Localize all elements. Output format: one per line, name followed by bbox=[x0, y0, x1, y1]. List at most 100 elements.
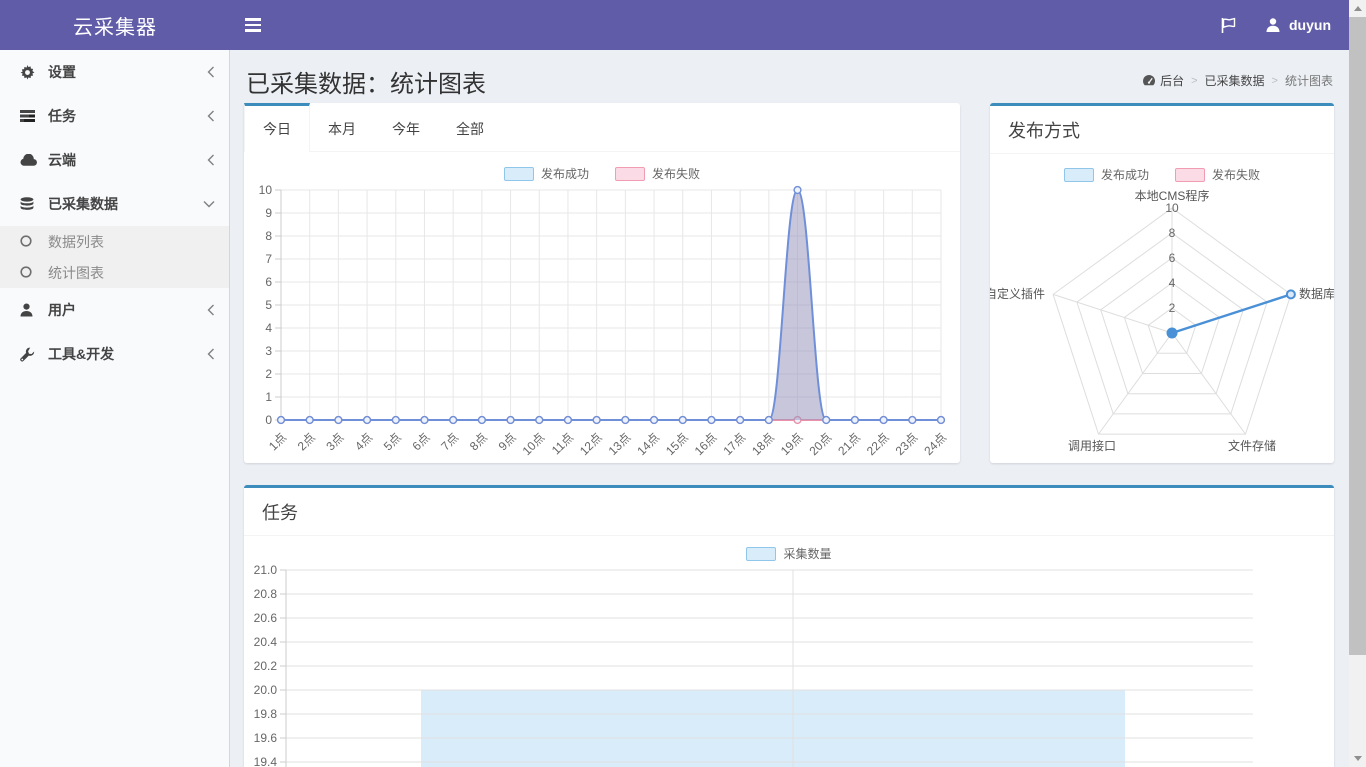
scrollbar-thumb[interactable] bbox=[1349, 17, 1366, 655]
legend-item-collect-count[interactable]: 采集数量 bbox=[746, 545, 831, 562]
sidebar-item-tools-dev[interactable]: 工具&开发 bbox=[0, 332, 229, 376]
svg-text:20.0: 20.0 bbox=[254, 683, 278, 697]
legend-item-success[interactable]: 发布成功 bbox=[504, 165, 589, 182]
scrollbar-down-arrow[interactable] bbox=[1349, 750, 1366, 767]
tab-all[interactable]: 全部 bbox=[438, 103, 502, 151]
legend-swatch-success bbox=[504, 167, 534, 181]
svg-text:6: 6 bbox=[1169, 251, 1176, 265]
chevron-left-icon bbox=[207, 110, 215, 122]
svg-text:23点: 23点 bbox=[893, 430, 921, 458]
gear-icon bbox=[20, 65, 35, 80]
tab-this-year[interactable]: 今年 bbox=[374, 103, 438, 151]
legend-item-fail[interactable]: 发布失败 bbox=[1175, 166, 1260, 183]
time-range-tabs: 今日 本月 今年 全部 bbox=[244, 103, 960, 152]
svg-text:4: 4 bbox=[265, 321, 272, 335]
scrollbar-up-arrow[interactable] bbox=[1349, 0, 1366, 17]
breadcrumb-current: 统计图表 bbox=[1285, 72, 1333, 89]
page-scrollbar bbox=[1349, 0, 1366, 767]
svg-text:21点: 21点 bbox=[835, 430, 863, 458]
user-name: duyun bbox=[1289, 17, 1331, 33]
hamburger-icon bbox=[245, 18, 261, 21]
svg-text:2: 2 bbox=[1169, 301, 1176, 315]
breadcrumb: 后台 > 已采集数据 > 统计图表 bbox=[1142, 72, 1333, 89]
svg-text:24点: 24点 bbox=[921, 430, 949, 458]
tasks-bar-chart: 21.020.820.620.420.220.019.819.619.4 bbox=[244, 563, 1334, 767]
sidebar-item-label: 设置 bbox=[42, 62, 207, 82]
legend-item-fail[interactable]: 发布失败 bbox=[615, 165, 700, 182]
svg-text:7点: 7点 bbox=[438, 430, 461, 453]
chevron-down-icon bbox=[203, 200, 215, 208]
svg-text:21.0: 21.0 bbox=[254, 563, 278, 577]
notifications-flag-button[interactable] bbox=[1206, 0, 1251, 50]
sidebar-item-collected-data[interactable]: 已采集数据 bbox=[0, 182, 229, 226]
legend-swatch-success bbox=[1064, 168, 1094, 182]
content-header: 已采集数据：统计图表 后台 > 已采集数据 > 统计图表 bbox=[230, 50, 1349, 103]
legend-item-success[interactable]: 发布成功 bbox=[1064, 166, 1149, 183]
svg-text:7: 7 bbox=[265, 252, 272, 266]
publish-method-panel: 发布方式 发布成功 发布失败 246810本地CMS程序数据库文件存储调用接口自… bbox=[990, 103, 1334, 463]
svg-text:9: 9 bbox=[265, 206, 272, 220]
chevron-left-icon bbox=[207, 304, 215, 316]
svg-text:1: 1 bbox=[265, 390, 272, 404]
svg-text:12点: 12点 bbox=[577, 430, 605, 458]
sidebar-item-label: 工具&开发 bbox=[42, 344, 207, 364]
sidebar-item-label: 云端 bbox=[42, 150, 207, 170]
radar-chart-legend: 发布成功 发布失败 bbox=[990, 166, 1334, 183]
triangle-up-icon bbox=[1354, 6, 1362, 11]
legend-label: 发布成功 bbox=[541, 165, 589, 182]
svg-text:10: 10 bbox=[1165, 201, 1179, 215]
sidebar-item-cloud[interactable]: 云端 bbox=[0, 138, 229, 182]
sidebar-subitem-data-list[interactable]: 数据列表 bbox=[0, 226, 229, 257]
svg-text:19.4: 19.4 bbox=[254, 755, 278, 767]
hamburger-icon bbox=[245, 24, 261, 27]
svg-text:调用接口: 调用接口 bbox=[1068, 438, 1116, 453]
sidebar-item-label: 已采集数据 bbox=[42, 194, 203, 214]
svg-text:1点: 1点 bbox=[266, 430, 289, 453]
user-icon bbox=[20, 303, 33, 317]
svg-text:3点: 3点 bbox=[323, 430, 346, 453]
sidebar-toggle-button[interactable] bbox=[230, 0, 276, 50]
radar-panel-title: 发布方式 bbox=[1008, 121, 1080, 141]
sidebar-item-tasks[interactable]: 任务 bbox=[0, 94, 229, 138]
svg-text:20点: 20点 bbox=[807, 430, 835, 458]
legend-swatch-fail bbox=[615, 167, 645, 181]
legend-label: 发布失败 bbox=[652, 165, 700, 182]
tab-this-month[interactable]: 本月 bbox=[310, 103, 374, 151]
legend-label: 发布成功 bbox=[1101, 166, 1149, 183]
svg-text:20.6: 20.6 bbox=[254, 611, 278, 625]
svg-text:4: 4 bbox=[1169, 276, 1176, 290]
svg-text:自定义插件: 自定义插件 bbox=[990, 286, 1045, 301]
svg-text:17点: 17点 bbox=[720, 430, 748, 458]
chevron-left-icon bbox=[207, 66, 215, 78]
breadcrumb-section-link[interactable]: 已采集数据 bbox=[1205, 72, 1265, 89]
svg-text:20.2: 20.2 bbox=[254, 659, 278, 673]
publish-method-radar-chart: 246810本地CMS程序数据库文件存储调用接口自定义插件 bbox=[990, 188, 1334, 463]
svg-text:18点: 18点 bbox=[749, 430, 777, 458]
user-menu[interactable]: duyun bbox=[1251, 0, 1349, 50]
svg-text:文件存储: 文件存储 bbox=[1228, 438, 1276, 453]
bar-chart-legend: 采集数量 bbox=[244, 545, 1334, 562]
database-icon bbox=[20, 197, 34, 212]
radar-panel-header: 发布方式 bbox=[990, 106, 1334, 154]
sidebar-subitem-stats-chart[interactable]: 统计图表 bbox=[0, 257, 229, 288]
svg-text:14点: 14点 bbox=[634, 430, 662, 458]
sidebar-item-settings[interactable]: 设置 bbox=[0, 50, 229, 94]
sidebar-submenu: 数据列表 统计图表 bbox=[0, 226, 229, 288]
svg-text:9点: 9点 bbox=[496, 430, 519, 453]
hamburger-icon bbox=[245, 29, 261, 32]
svg-text:4点: 4点 bbox=[352, 430, 375, 453]
svg-text:16点: 16点 bbox=[692, 430, 720, 458]
legend-swatch-fail bbox=[1175, 168, 1205, 182]
sidebar-item-users[interactable]: 用户 bbox=[0, 288, 229, 332]
dashboard-icon bbox=[1142, 74, 1156, 87]
publish-stats-panel: 今日 本月 今年 全部 发布成功 发布失败 0123456789101点2点3点… bbox=[244, 103, 960, 463]
breadcrumb-home-link[interactable]: 后台 bbox=[1142, 72, 1184, 89]
app-brand[interactable]: 云采集器 bbox=[0, 0, 230, 50]
svg-text:19点: 19点 bbox=[778, 430, 806, 458]
tab-today[interactable]: 今日 bbox=[244, 103, 310, 152]
svg-text:11点: 11点 bbox=[549, 430, 576, 457]
top-navbar: 云采集器 duyun bbox=[0, 0, 1349, 50]
svg-text:6: 6 bbox=[265, 275, 272, 289]
svg-text:数据库: 数据库 bbox=[1299, 286, 1334, 301]
cloud-icon bbox=[20, 154, 37, 166]
